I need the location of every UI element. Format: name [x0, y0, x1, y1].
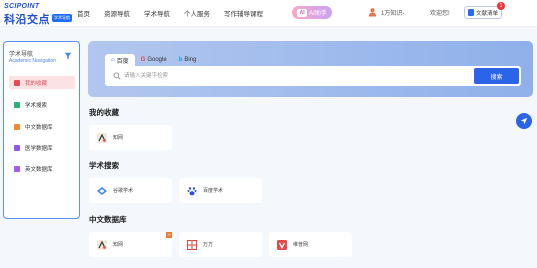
search-engine-tabs: ⌂ 百度 G Google b Bing [105, 54, 202, 66]
favorites-icon [14, 79, 20, 86]
logo-tag: 学术导航 [52, 14, 72, 22]
sidebar-item-favorites[interactable]: 我的收藏 [9, 76, 75, 89]
wanfang-icon [187, 239, 197, 250]
academic-search-icon [14, 101, 20, 108]
baidu-icon: ⌂ [111, 57, 115, 63]
doc-list-label: 文献清单 [475, 10, 498, 17]
search-icon [113, 72, 121, 80]
tab-label: 百度 [116, 58, 129, 65]
sidebar: 学术导航 Academic Navigation 我的收藏 学术搜索 中文数据库… [3, 41, 80, 219]
tab-label: Bing [184, 57, 197, 63]
chinese-db-icon [14, 123, 20, 130]
logo-cn-text: 科沿交点 [4, 14, 50, 26]
ai-assistant-label: AI助手 [309, 11, 327, 17]
float-nav-button[interactable] [516, 113, 532, 129]
nav-item-personal[interactable]: 个人服务 [184, 8, 210, 18]
google-scholar-icon [97, 186, 107, 196]
cnki-icon [97, 132, 107, 143]
ai-assistant-button[interactable]: AI AI助手 [292, 6, 332, 19]
card-label: 知网 [113, 135, 124, 141]
card-wanfang[interactable]: 万方 [179, 232, 262, 257]
vip-icon [277, 239, 287, 250]
bing-icon: b [178, 57, 183, 63]
sidebar-item-academic-search[interactable]: 学术搜索 [9, 98, 75, 111]
sidebar-title: 学术导航 [9, 52, 34, 58]
doc-count-badge: 1 [497, 2, 505, 10]
sidebar-item-label: 中文数据库 [25, 124, 53, 131]
search-box: 搜索 [105, 66, 521, 86]
section-title-favorites: 我的收藏 [89, 108, 119, 117]
card-label: 万方 [203, 242, 214, 248]
card-cnki-db[interactable]: 知网 H [89, 232, 172, 257]
search-input[interactable] [124, 69, 454, 83]
card-label: 百度学术 [203, 188, 224, 194]
card-baidu-scholar[interactable]: 百度学术 [179, 178, 262, 203]
sidebar-item-chinese-db[interactable]: 中文数据库 [9, 120, 75, 133]
google-icon: G [140, 57, 146, 63]
medical-db-icon [14, 144, 20, 151]
navigate-arrow-icon [520, 117, 528, 125]
document-icon [467, 9, 474, 16]
card-vip[interactable]: 维普网 [269, 232, 352, 257]
nav-item-writing-course[interactable]: 写作辅导课程 [224, 8, 263, 18]
baidu-scholar-icon [187, 186, 197, 196]
tab-google[interactable]: G Google [135, 54, 173, 66]
sidebar-item-label: 医学数据库 [25, 145, 53, 152]
card-label: 知网 [113, 242, 124, 248]
tab-bing[interactable]: b Bing [173, 54, 203, 66]
user-icon[interactable] [368, 7, 377, 17]
cnki-icon [97, 239, 107, 250]
site-logo[interactable]: SCIPOINT 科沿交点 学术导航 [4, 3, 72, 26]
section-title-chinese-db: 中文数据库 [89, 215, 127, 224]
hot-tag: H [166, 232, 172, 238]
main-nav: 首页 资源导航 学术导航 个人服务 写作辅导课程 [77, 8, 277, 18]
welcome-text: 欢迎您! [430, 11, 450, 17]
card-google-scholar[interactable]: 谷歌学术 [89, 178, 172, 203]
nav-item-resources[interactable]: 资源导航 [104, 8, 130, 18]
nav-item-home[interactable]: 首页 [77, 8, 90, 18]
tab-baidu[interactable]: ⌂ 百度 [105, 54, 135, 66]
funnel-icon [64, 52, 72, 60]
logo-en-text: SCIPOINT [4, 3, 40, 10]
english-db-icon [14, 165, 20, 172]
sidebar-item-english-db[interactable]: 英文数据库 [9, 162, 75, 175]
sidebar-item-label: 我的收藏 [25, 80, 48, 87]
user-name[interactable]: 1万知识- [381, 8, 404, 17]
ai-badge: AI [297, 8, 308, 17]
sidebar-item-label: 学术搜索 [25, 102, 48, 109]
nav-item-academic[interactable]: 学术导航 [144, 8, 170, 18]
sidebar-item-medical-db[interactable]: 医学数据库 [9, 141, 75, 154]
search-button[interactable]: 搜索 [474, 68, 519, 84]
section-title-academic-search: 学术搜索 [89, 161, 119, 170]
card-label: 维普网 [293, 242, 309, 248]
card-cnki[interactable]: 知网 [89, 125, 172, 150]
card-label: 谷歌学术 [113, 188, 134, 194]
tab-label: Google [147, 57, 167, 63]
sidebar-item-label: 英文数据库 [25, 166, 53, 173]
sidebar-subtitle: Academic Navigation [9, 58, 56, 64]
doc-list-button[interactable]: 文献清单 [464, 6, 502, 19]
top-header: SCIPOINT 科沿交点 学术导航 首页 资源导航 学术导航 个人服务 写作辅… [0, 0, 537, 27]
